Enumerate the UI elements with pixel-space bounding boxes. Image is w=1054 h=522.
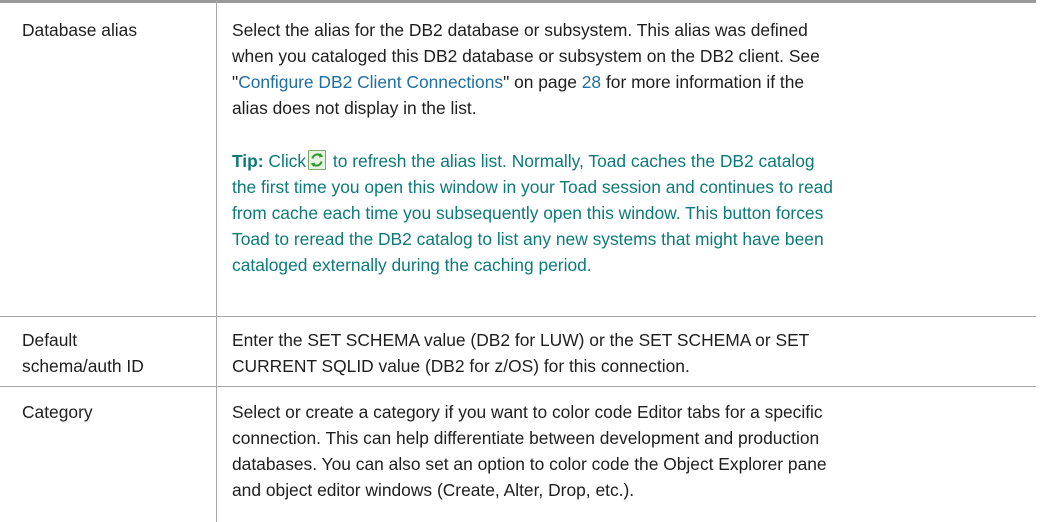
see-suffix-text: for more information if the: [601, 72, 805, 92]
description-default-schema: Enter the SET SCHEMA value (DB2 for LUW)…: [232, 327, 1028, 379]
term-line: Default: [22, 330, 78, 350]
term-default-schema-auth-id: Default schema/auth ID: [22, 327, 207, 379]
description-line: when you cataloged this DB2 database or …: [232, 46, 820, 66]
row-divider: [0, 316, 1036, 317]
description-line: Select or create a category if you want …: [232, 402, 823, 422]
see-also-line: "Configure DB2 Client Connections" on pa…: [232, 69, 1028, 95]
tip-click-text: Click: [263, 151, 307, 171]
tip-label: Tip:: [232, 151, 264, 171]
description-line: Enter the SET SCHEMA value (DB2 for LUW)…: [232, 330, 810, 350]
column-divider: [216, 0, 217, 522]
tip-line: cataloged externally during the caching …: [232, 255, 592, 275]
tip-block: Tip: Click to refresh the alias list. No…: [232, 148, 1028, 278]
refresh-icon[interactable]: [308, 150, 327, 170]
tip-first-line: Tip: Click to refresh the alias list. No…: [232, 148, 1028, 174]
description-line: connection. This can help differentiate …: [232, 428, 820, 448]
tip-after-icon-text: to refresh the alias list. Normally, Toa…: [328, 151, 815, 171]
description-line: databases. You can also set an option to…: [232, 454, 827, 474]
tip-line: the first time you open this window in y…: [232, 177, 833, 197]
table-top-border: [0, 0, 1036, 3]
see-middle-text: " on page: [503, 72, 582, 92]
description-line: Select the alias for the DB2 database or…: [232, 20, 808, 40]
row-divider: [0, 386, 1036, 387]
description-category: Select or create a category if you want …: [232, 399, 1028, 503]
options-table: Database alias Select the alias for the …: [0, 0, 1040, 522]
term-line: schema/auth ID: [22, 356, 144, 376]
page-28-link[interactable]: 28: [582, 72, 601, 92]
description-line: and object editor windows (Create, Alter…: [232, 480, 635, 500]
tip-line: from cache each time you subsequently op…: [232, 203, 824, 223]
configure-db2-client-connections-link[interactable]: Configure DB2 Client Connections: [238, 72, 503, 92]
description-line: alias does not display in the list.: [232, 98, 477, 118]
description-database-alias: Select the alias for the DB2 database or…: [232, 17, 1028, 121]
term-database-alias: Database alias: [22, 20, 138, 40]
term-category: Category: [22, 402, 93, 422]
description-line: CURRENT SQLID value (DB2 for z/OS) for t…: [232, 356, 690, 376]
tip-line: Toad to reread the DB2 catalog to list a…: [232, 229, 824, 249]
